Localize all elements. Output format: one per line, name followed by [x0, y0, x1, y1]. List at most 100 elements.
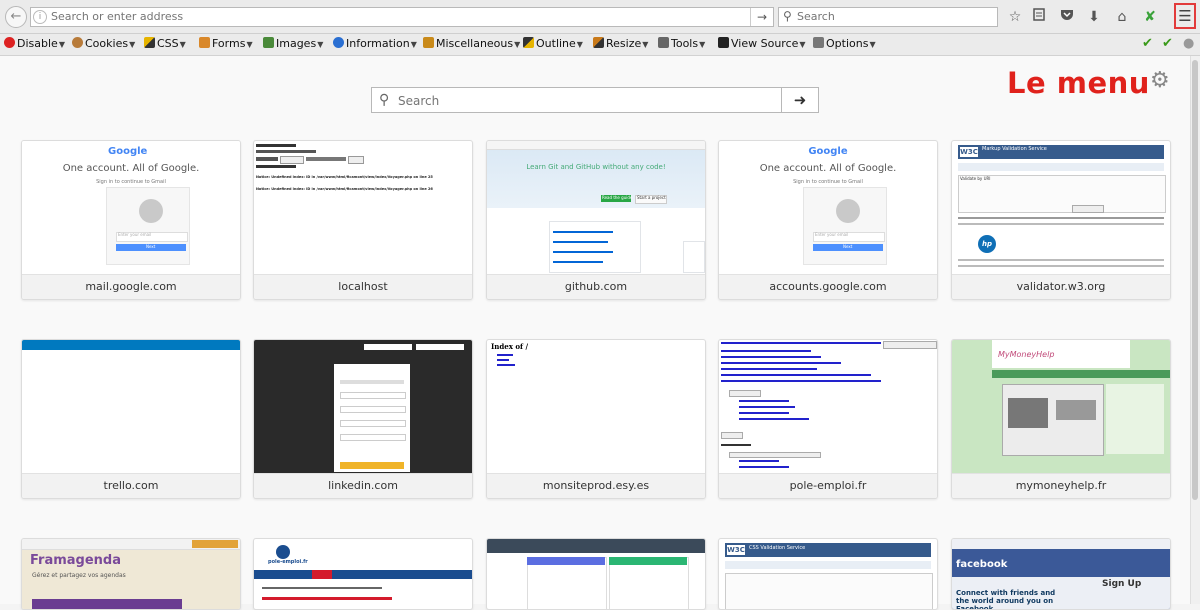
top-site-tile[interactable]: W3C Markup Validation Service Validate b…: [951, 140, 1171, 300]
thumb-text: Validate by URI: [960, 176, 991, 181]
disable-icon: [4, 37, 15, 48]
thumb-text: Read the guide: [602, 195, 633, 200]
chevron-down-icon: ▼: [317, 40, 324, 49]
status-gray-icon[interactable]: ●: [1183, 36, 1194, 51]
dev-menu-resize[interactable]: Resize▼: [593, 37, 648, 50]
dev-menu-view-source[interactable]: View Source▼: [718, 37, 806, 50]
tile-label: linkedin.com: [254, 473, 472, 498]
content-search-input[interactable]: [398, 93, 758, 108]
top-site-tile[interactable]: Google One account. All of Google. Sign …: [21, 140, 241, 300]
top-site-tile[interactable]: trello.com: [21, 339, 241, 499]
thumb-text: Next: [146, 244, 156, 249]
pocket-icon[interactable]: [1057, 7, 1077, 27]
dev-menu-forms[interactable]: Forms▼: [199, 37, 253, 50]
thumb-text: One account. All of Google.: [62, 163, 200, 174]
chevron-down-icon: ▼: [642, 40, 649, 49]
top-site-tile[interactable]: W3C CSS Validation Service: [718, 538, 938, 610]
back-arrow-icon[interactable]: ←: [5, 6, 27, 28]
download-icon[interactable]: ⬇: [1084, 7, 1104, 27]
content-search-box[interactable]: ⚲: [371, 87, 782, 113]
tools-icon: [658, 37, 669, 48]
top-site-tile[interactable]: Index of / monsiteprod.esy.es: [486, 339, 706, 499]
bookmark-star-icon[interactable]: ☆: [1005, 7, 1025, 27]
top-site-tile[interactable]: facebook Connect with friends and the wo…: [951, 538, 1171, 610]
site-thumbnail: MyMoneyHelp: [952, 340, 1170, 473]
content-search-go-arrow-icon[interactable]: ➜: [782, 87, 819, 113]
dev-menu-options[interactable]: Options▼: [813, 37, 876, 50]
dev-menu-label: View Source: [731, 37, 799, 50]
site-thumbnail: [487, 539, 705, 609]
dev-menu-cookies[interactable]: Cookies▼: [72, 37, 135, 50]
dev-menu-label: Forms: [212, 37, 246, 50]
nav-toolbar: ← i → ⚲ ☆ ⬇ ⌂ ✘ ☰: [0, 0, 1200, 34]
options-icon: [813, 37, 824, 48]
site-thumbnail: [719, 340, 937, 473]
go-arrow-icon[interactable]: →: [750, 8, 773, 26]
info-circle-icon: [333, 37, 344, 48]
dev-menu-label: Options: [826, 37, 869, 50]
site-thumbnail: Notice: Undefined index: ID in /var/www/…: [254, 141, 472, 274]
scrollbar-thumb[interactable]: [1192, 60, 1198, 500]
dev-menu-label: Information: [346, 37, 410, 50]
thumb-text: Google: [108, 146, 148, 157]
top-site-tile[interactable]: MyMoneyHelp mymoneyhelp.fr: [951, 339, 1171, 499]
search-input[interactable]: [797, 9, 987, 23]
thumb-text: Learn Git and GitHub without any code!: [526, 163, 666, 171]
dev-menu-disable[interactable]: Disable▼: [4, 37, 65, 50]
form-icon: [199, 37, 210, 48]
top-site-tile[interactable]: [486, 538, 706, 610]
thumb-text: Google: [808, 146, 848, 157]
url-bar[interactable]: i →: [30, 7, 774, 27]
chevron-down-icon: ▼: [179, 40, 186, 49]
site-thumbnail: Google One account. All of Google. Sign …: [22, 141, 240, 274]
top-site-tile[interactable]: pole-emploi.fr: [718, 339, 938, 499]
thumb-text: Notice: Undefined index: ID in /var/www/…: [256, 187, 433, 191]
dev-menu-css[interactable]: CSS▼: [144, 37, 186, 50]
site-thumbnail: W3C CSS Validation Service: [719, 539, 937, 609]
dev-menu-outline[interactable]: Outline▼: [523, 37, 583, 50]
tile-label: pole-emploi.fr: [719, 473, 937, 498]
top-site-tile[interactable]: Framagenda Gérez et partagez vos agendas: [21, 538, 241, 610]
resize-icon: [593, 37, 604, 48]
top-site-tile[interactable]: linkedin.com: [253, 339, 473, 499]
dev-menu-tools[interactable]: Tools▼: [658, 37, 705, 50]
dev-menu-images[interactable]: Images▼: [263, 37, 323, 50]
thumb-text: Sign Up: [1102, 579, 1142, 589]
tile-label: mymoneyhelp.fr: [952, 473, 1170, 498]
site-thumbnail: Framagenda Gérez et partagez vos agendas: [22, 539, 240, 609]
site-thumbnail: Google One account. All of Google. Sign …: [719, 141, 937, 274]
thumb-text: CSS Validation Service: [749, 545, 806, 551]
outline-pencil-icon: [523, 37, 534, 48]
thumb-text: Sign in to continue to Gmail: [793, 179, 863, 185]
thumb-text: Enter your email: [118, 232, 152, 237]
dev-menu-label: Tools: [671, 37, 699, 50]
view-source-icon: [718, 37, 729, 48]
thumb-text: Connect with friends and the world aroun…: [956, 589, 1056, 609]
thumb-text: Index of /: [491, 342, 528, 351]
chevron-down-icon: ▼: [58, 40, 65, 49]
dev-menu-information[interactable]: Information▼: [333, 37, 417, 50]
site-thumbnail: Learn Git and GitHub without any code! R…: [487, 141, 705, 274]
dev-menu-miscellaneous[interactable]: Miscellaneous▼: [423, 37, 520, 50]
site-thumbnail: facebook Connect with friends and the wo…: [952, 539, 1170, 609]
top-site-tile[interactable]: Google One account. All of Google. Sign …: [718, 140, 938, 300]
top-site-tile[interactable]: Learn Git and GitHub without any code! R…: [486, 140, 706, 300]
misc-icon: [423, 37, 434, 48]
gear-icon[interactable]: ⚙: [1150, 68, 1170, 93]
dev-menu-label: CSS: [157, 37, 179, 50]
chevron-down-icon: ▼: [410, 40, 417, 49]
top-site-tile[interactable]: pole-emploi.fr: [253, 538, 473, 610]
top-site-tile[interactable]: Notice: Undefined index: ID in /var/www/…: [253, 140, 473, 300]
hamburger-menu-icon[interactable]: ☰: [1174, 3, 1196, 29]
html-valid-check-icon[interactable]: ✔: [1162, 36, 1173, 51]
bookmarks-menu-icon[interactable]: [1029, 7, 1049, 27]
search-bar[interactable]: ⚲: [778, 7, 998, 27]
thumb-text: Gérez et partagez vos agendas: [32, 572, 126, 579]
url-input[interactable]: [51, 9, 741, 23]
thumb-text: facebook: [956, 559, 1008, 570]
css-valid-check-icon[interactable]: ✔: [1142, 36, 1153, 51]
dev-menu-label: Cookies: [85, 37, 129, 50]
info-icon[interactable]: i: [33, 10, 47, 24]
home-icon[interactable]: ⌂: [1112, 7, 1132, 27]
sync-icon[interactable]: ✘: [1140, 7, 1160, 27]
